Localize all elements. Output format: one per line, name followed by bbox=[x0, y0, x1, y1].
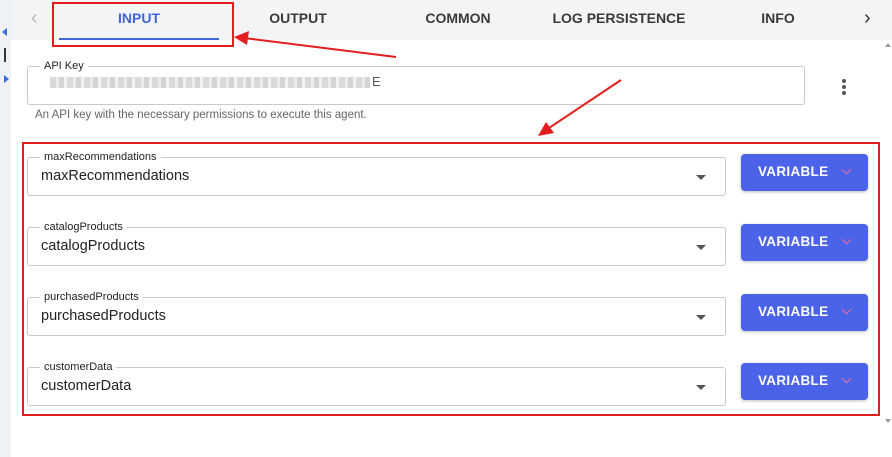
annotation-arrows bbox=[234, 31, 622, 136]
annotation-arrowhead bbox=[538, 122, 554, 136]
annotation-arrow bbox=[545, 79, 622, 131]
annotation-arrow bbox=[243, 37, 397, 58]
annotation-arrowhead bbox=[234, 31, 249, 45]
